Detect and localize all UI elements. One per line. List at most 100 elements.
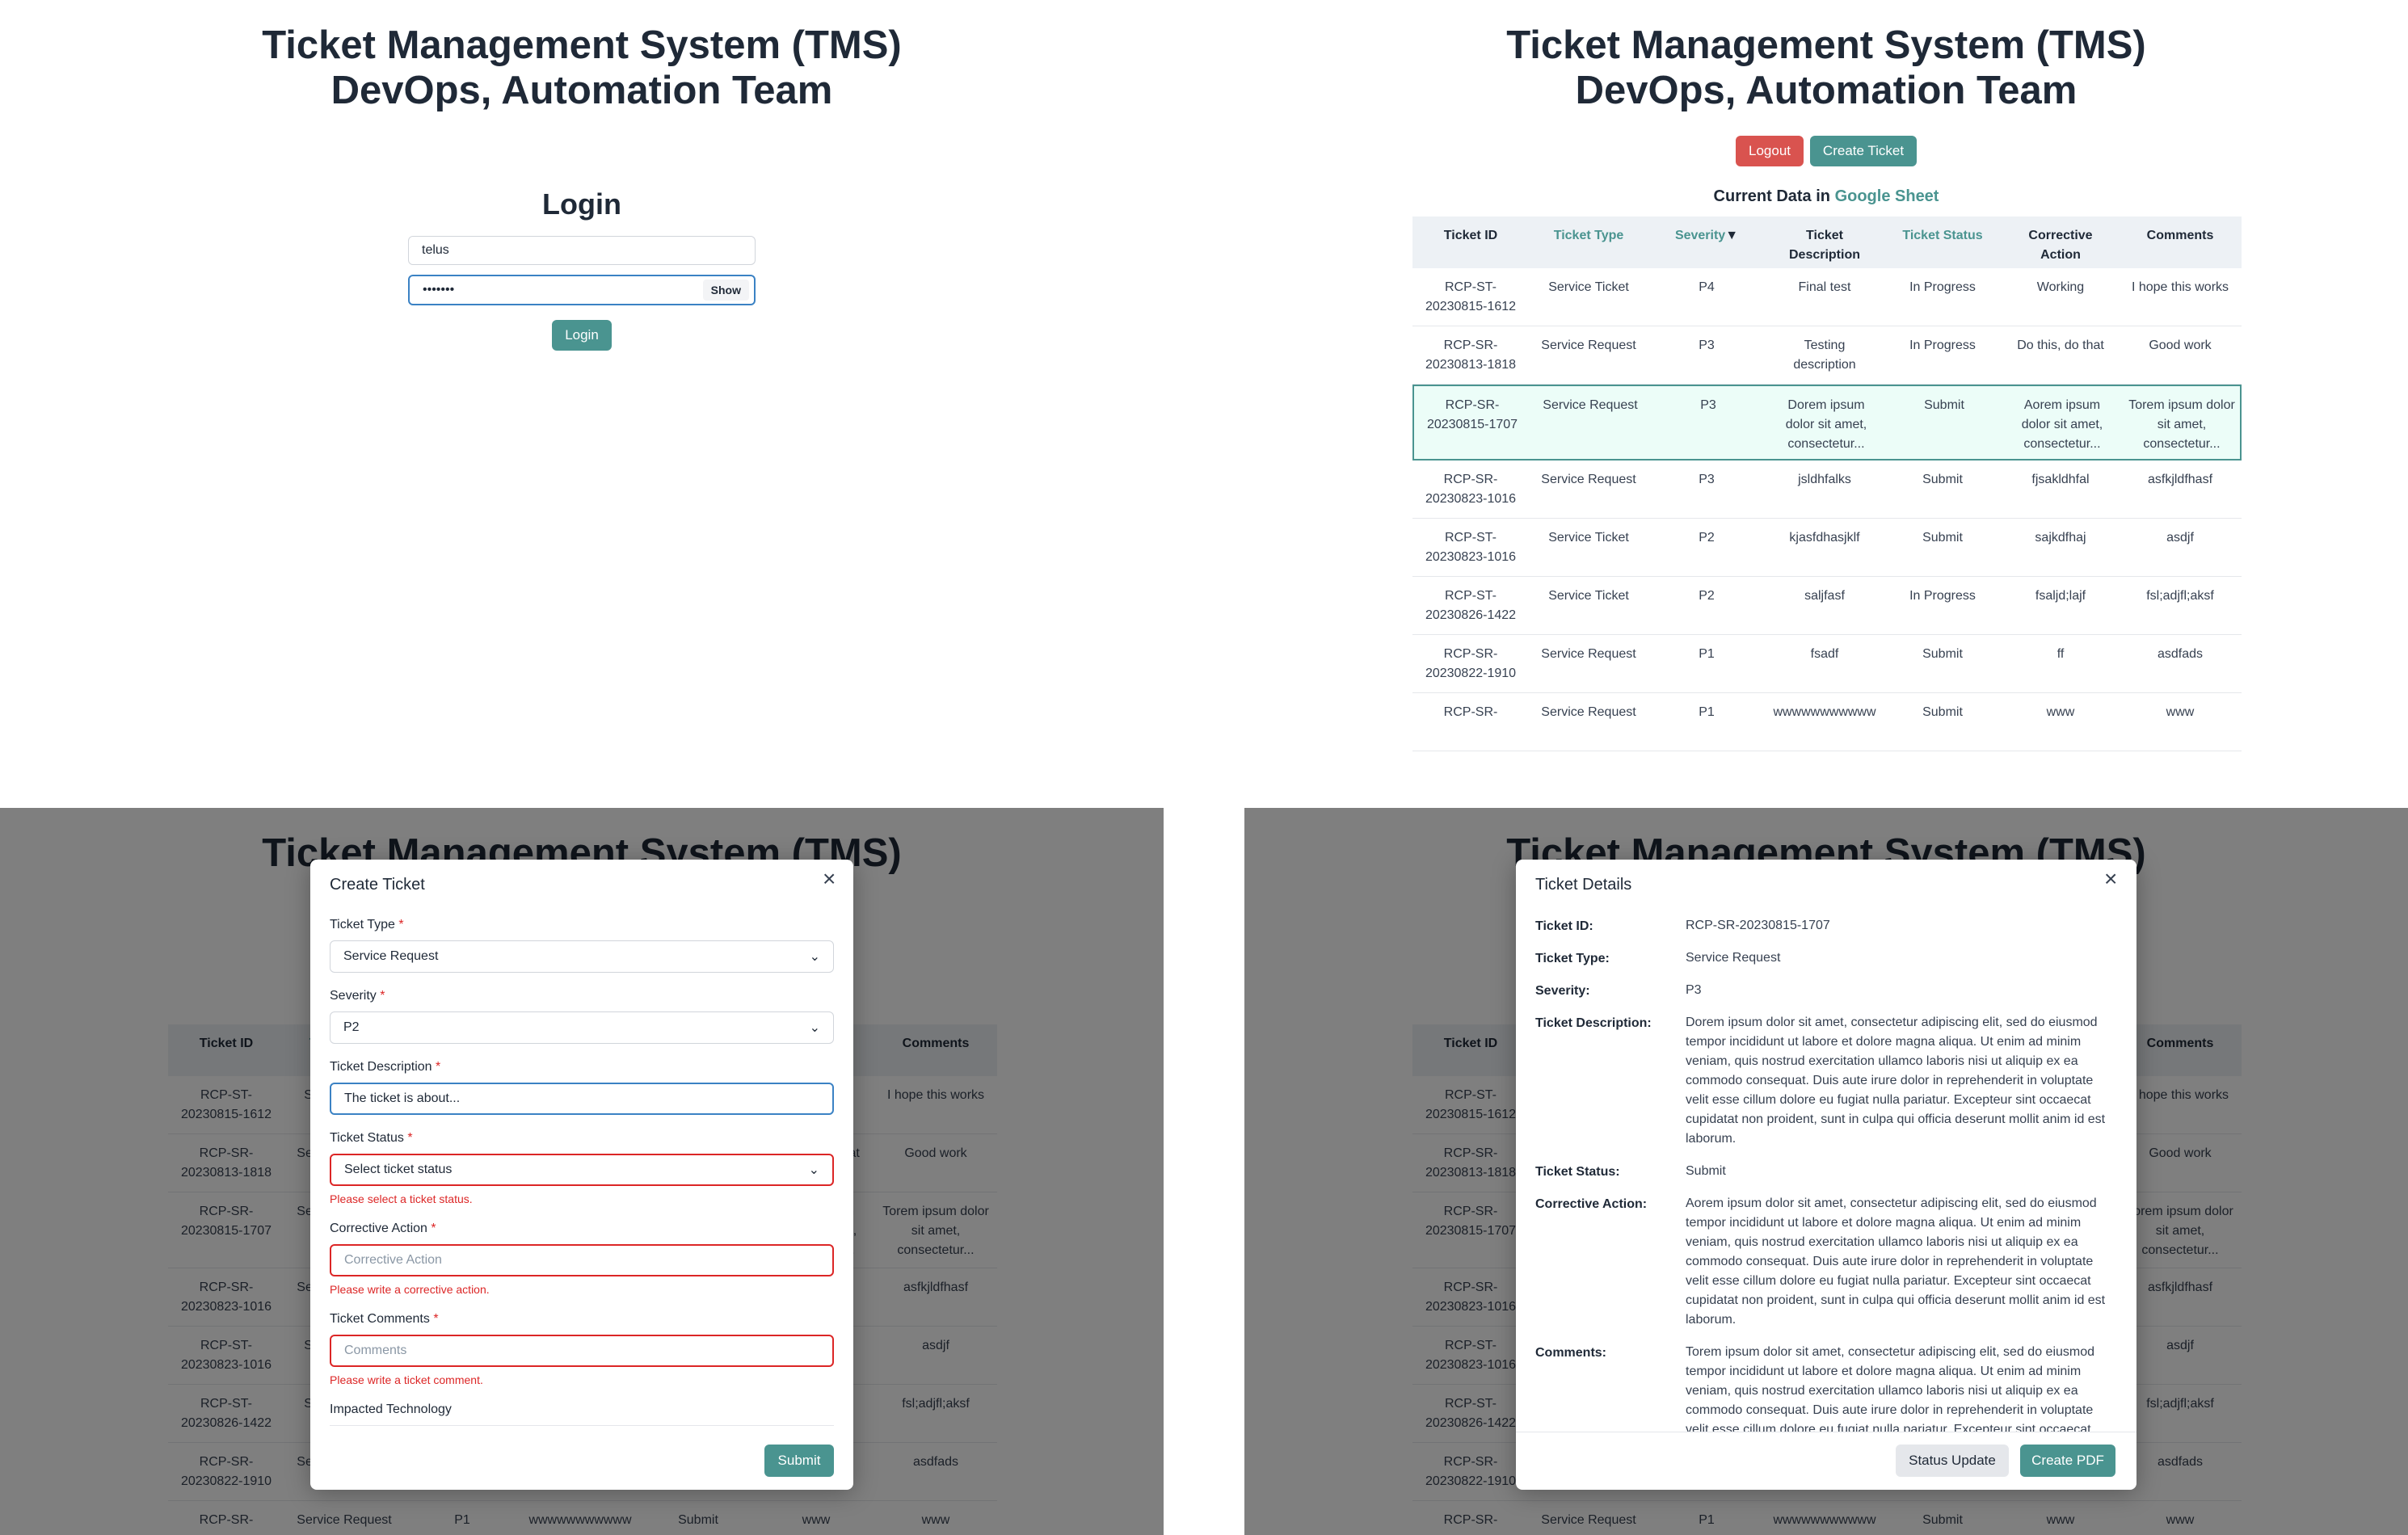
table-cell: Working (2036, 280, 2085, 294)
description-label: Ticket Description * (330, 1060, 441, 1074)
logout-button[interactable]: Logout (1736, 136, 1804, 166)
password-input[interactable]: ••••••• Show (408, 275, 756, 305)
table-cell: P3 (1699, 339, 1715, 352)
close-icon[interactable]: × (2104, 868, 2117, 890)
description-input[interactable]: The ticket is about... (330, 1083, 834, 1115)
comments-scroll[interactable]: Torem ipsum dolor sit amet, consectetur … (1686, 1343, 2119, 1432)
corrective-action-label: Corrective Action: (1535, 1197, 1648, 1211)
chevron-down-icon: ⌄ (808, 1163, 819, 1177)
table-cell: kjasfdhasjklf (1789, 531, 1860, 545)
current-data-heading: Current Data in Google Sheet (1244, 187, 2408, 206)
submit-button[interactable]: Submit (764, 1445, 834, 1477)
table-cell: RCP-SR-20230823-1016 (1425, 473, 1517, 506)
ticket-id-value: RCP-SR-20230815-1707 (1686, 919, 1830, 932)
table-cell: Submit (1924, 398, 1964, 412)
status-error: Please select a ticket status. (330, 1192, 473, 1205)
table-cell: wwwwwwwwwww (1773, 705, 1876, 719)
severity-value: P3 (1686, 983, 1702, 997)
app-title-line1: Ticket Management System (TMS) (1506, 23, 2146, 67)
table-cell: In Progress (1909, 280, 1976, 294)
severity-select[interactable]: P2 ⌄ (330, 1011, 834, 1044)
create-ticket-button[interactable]: Create Ticket (1810, 136, 1917, 166)
ticket-status-select[interactable]: Select ticket status ⌄ (330, 1154, 834, 1186)
table-cell: Dorem ipsum dolor sit amet, consectetur.… (1785, 398, 1867, 451)
severity-label: Severity * (330, 989, 385, 1003)
table-cell: P2 (1699, 531, 1715, 545)
column-header: Ticket Description (1788, 229, 1860, 262)
table-cell: Service Request (1541, 339, 1636, 352)
tickets-table: Ticket ID Ticket Type Severity▼ Ticket Desc… (1412, 217, 2242, 751)
table-cell: www (2046, 705, 2075, 719)
table-cell: asfkjldfhasf (2147, 473, 2213, 486)
username-value: telus (422, 243, 449, 257)
table-row[interactable]: RCP-SR-20230815-1707 Service Request P3 Dor… (1412, 385, 2242, 460)
create-pdf-button[interactable]: Create PDF (2020, 1445, 2115, 1477)
table-cell: Final test (1798, 280, 1851, 294)
severity-value: P2 (343, 1020, 360, 1034)
description-value: Dorem ipsum dolor sit amet, consectetur … (1686, 1016, 2106, 1146)
ticket-details-panel: Ticket Management System (TMS) Ticket ID… (1244, 808, 2408, 1535)
table-cell: Service Request (1541, 705, 1636, 719)
table-cell: Service Request (1543, 398, 1638, 412)
ticket-details-modal: Ticket Details × Ticket ID: RCP-SR-20230… (1516, 860, 2136, 1490)
column-header[interactable]: Ticket Type (1532, 226, 1645, 246)
action-error: Please write a corrective action. (330, 1283, 490, 1296)
ticket-type-label: Ticket Type: (1535, 952, 1610, 965)
table-cell: Submit (1922, 531, 1963, 545)
table-cell: RCP-SR-20230822-1910 (1425, 647, 1517, 680)
dashboard-panel: Ticket Management System (TMS) DevOps, A… (1244, 0, 2408, 768)
description-value: The ticket is about... (344, 1091, 461, 1105)
table-cell: Service Request (1541, 473, 1636, 486)
table-cell: jsldhfalks (1798, 473, 1851, 486)
table-cell: Service Ticket (1548, 531, 1629, 545)
table-cell: fsl;adjfl;aksf (2146, 589, 2214, 603)
comments-input[interactable]: Comments (330, 1335, 834, 1367)
table-cell: RCP-ST-20230826-1422 (1425, 589, 1517, 622)
ticket-id-label: Ticket ID: (1535, 919, 1593, 933)
login-heading: Login (542, 187, 621, 221)
table-cell: Aorem ipsum dolor sit amet, consectetur.… (2021, 398, 2103, 451)
comments-label: Comments: (1535, 1346, 1607, 1360)
table-row[interactable]: RCP-ST-20230826-1422 Service Ticket P2 salj… (1412, 577, 2242, 635)
divider (330, 1425, 834, 1426)
table-row[interactable]: RCP-SR- Service Request P1 wwwwwwwwwww Submi… (1412, 693, 2242, 751)
table-cell: P1 (1699, 705, 1715, 719)
table-row[interactable]: RCP-ST-20230815-1612 Service Ticket P4 Fina… (1412, 268, 2242, 326)
login-button[interactable]: Login (552, 320, 612, 351)
corrective-action-input[interactable]: Corrective Action (330, 1244, 834, 1276)
table-cell: RCP-SR- (1443, 705, 1498, 719)
description-label: Ticket Description: (1535, 1016, 1652, 1030)
table-cell: P3 (1700, 398, 1716, 412)
table-cell: Do this, do that (2017, 339, 2104, 352)
chevron-down-icon: ⌄ (809, 1021, 820, 1035)
column-header[interactable]: Ticket Status (1894, 226, 1991, 246)
modal-title: Ticket Details (1535, 876, 1632, 894)
sort-desc-icon: ▼ (1725, 229, 1739, 242)
close-icon[interactable]: × (823, 868, 836, 890)
status-update-button[interactable]: Status Update (1896, 1445, 2009, 1477)
ticket-status-value: Submit (1686, 1164, 1726, 1178)
corrective-action-label: Corrective Action * (330, 1222, 436, 1235)
table-row[interactable]: RCP-SR-20230813-1818 Service Request P3 Tes… (1412, 326, 2242, 385)
username-input[interactable]: telus (408, 236, 756, 265)
column-header[interactable]: Severity▼ (1674, 226, 1739, 246)
ticket-status-label: Ticket Status: (1535, 1165, 1620, 1179)
table-cell: fsaljd;lajf (2035, 589, 2086, 603)
column-header: Comments (2146, 229, 2214, 242)
ticket-comments-label: Ticket Comments * (330, 1312, 439, 1326)
table-cell: RCP-ST-20230815-1612 (1425, 280, 1517, 313)
show-password-button[interactable]: Show (702, 280, 749, 301)
ticket-type-select[interactable]: Service Request ⌄ (330, 940, 834, 973)
table-cell: ff (2056, 647, 2065, 661)
comments-placeholder: Comments (344, 1344, 407, 1357)
corrective-action-value: Aorem ipsum dolor sit amet, consectetur … (1686, 1196, 2106, 1327)
column-header-label: Severity (1674, 229, 1726, 242)
google-sheet-link[interactable]: Google Sheet (1835, 187, 1939, 205)
table-row[interactable]: RCP-ST-20230823-1016 Service Ticket P2 kjas… (1412, 519, 2242, 577)
impacted-technology-label: Impacted Technology (330, 1403, 452, 1416)
table-row[interactable]: RCP-SR-20230823-1016 Service Request P3 jsl… (1412, 460, 2242, 519)
table-cell: fsadf (1810, 647, 1839, 661)
table-row[interactable]: RCP-SR-20230822-1910 Service Request P1 fsa… (1412, 635, 2242, 693)
table-cell: In Progress (1909, 339, 1976, 352)
table-cell: fjsakldhfal (2031, 473, 2090, 486)
